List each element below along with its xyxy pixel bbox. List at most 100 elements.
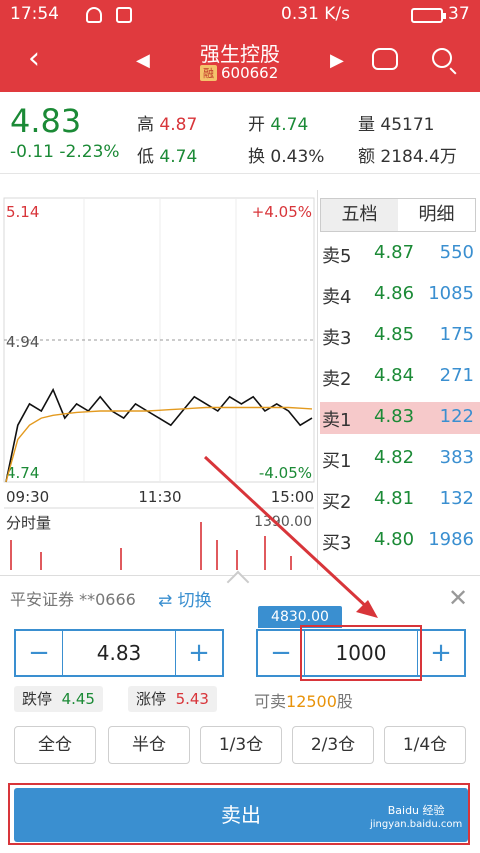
order-book-label: 买1 bbox=[322, 451, 352, 472]
order-book-row[interactable]: 买2 4.81 132 bbox=[320, 484, 480, 516]
amount-label: 额 bbox=[358, 147, 375, 167]
order-book-price: 4.80 bbox=[374, 529, 415, 550]
trade-panel: 平安证券 **0666 ⇄ 切换 ✕ − 4.83 + 4830.00 − 10… bbox=[0, 570, 480, 853]
bottom-pct-label: -4.05% bbox=[259, 464, 312, 482]
qty-plus-button[interactable]: + bbox=[418, 631, 464, 675]
ratio-quarter-button[interactable]: 1/4仓 bbox=[384, 726, 466, 764]
robot-assistant-icon[interactable] bbox=[372, 48, 398, 70]
next-stock-icon[interactable]: ▶ bbox=[330, 50, 344, 71]
search-icon[interactable] bbox=[432, 48, 452, 68]
order-book-label: 买2 bbox=[322, 492, 352, 513]
watermark: Baidu 经验 jingyan.baidu.com bbox=[370, 804, 462, 832]
watermark-line1: Baidu 经验 bbox=[387, 804, 445, 817]
order-book-price: 4.86 bbox=[374, 283, 415, 304]
limit-up-value: 5.43 bbox=[175, 690, 209, 708]
volume-bar bbox=[200, 522, 202, 570]
ratio-full-button[interactable]: 全仓 bbox=[14, 726, 96, 764]
order-book-volume: 1085 bbox=[428, 283, 474, 304]
high-cell: 高 4.87 bbox=[137, 110, 197, 135]
order-book-row[interactable]: 卖5 4.87 550 bbox=[320, 238, 480, 270]
volume-bars bbox=[10, 522, 292, 570]
ratio-third-button[interactable]: 1/3仓 bbox=[200, 726, 282, 764]
order-book-volume: 1986 bbox=[428, 529, 474, 550]
top-bar: 17:54 0.31 K/s 37 ‹ ◀ 强生控股 融 600662 ▶ bbox=[0, 0, 480, 92]
back-arrow-icon[interactable]: ‹ bbox=[28, 44, 50, 74]
ratio-half-button[interactable]: 半仓 bbox=[108, 726, 190, 764]
price-plus-button[interactable]: + bbox=[176, 631, 222, 675]
qty-minus-button[interactable]: − bbox=[258, 631, 304, 675]
high-label: 高 bbox=[137, 115, 154, 135]
tab-details[interactable]: 明细 bbox=[398, 199, 475, 231]
order-book-label: 买3 bbox=[322, 533, 352, 554]
volume-bar bbox=[264, 536, 266, 570]
turnover-cell: 换 0.43% bbox=[248, 142, 324, 167]
change-value: -0.11 bbox=[10, 142, 54, 162]
stock-code: 600662 bbox=[221, 64, 279, 82]
prev-stock-icon[interactable]: ◀ bbox=[136, 50, 150, 71]
high-value: 4.87 bbox=[159, 115, 198, 135]
order-book-row[interactable]: 卖4 4.86 1085 bbox=[320, 279, 480, 311]
volume-title: 分时量 bbox=[6, 514, 51, 532]
bottom-price-label: 4.74 bbox=[6, 464, 39, 482]
order-book-volume: 175 bbox=[439, 324, 474, 345]
price-change: -0.11 -2.23% bbox=[10, 142, 120, 162]
price-minus-button[interactable]: − bbox=[16, 631, 62, 675]
order-book-price: 4.84 bbox=[374, 365, 415, 386]
order-book-label: 卖2 bbox=[322, 369, 352, 390]
order-book-row[interactable]: 买1 4.82 383 bbox=[320, 443, 480, 475]
order-book-volume: 122 bbox=[439, 406, 474, 427]
image-icon bbox=[116, 7, 132, 23]
top-price-label: 5.14 bbox=[6, 203, 39, 221]
sellable-qty: 12500 bbox=[286, 692, 337, 711]
turnover-label: 换 bbox=[248, 147, 265, 167]
status-time: 17:54 bbox=[10, 4, 59, 24]
price-input[interactable]: 4.83 bbox=[62, 631, 176, 675]
order-book-label: 卖3 bbox=[322, 328, 352, 349]
limit-up-badge: 涨停 5.43 bbox=[128, 686, 217, 712]
limit-down-value: 4.45 bbox=[61, 690, 95, 708]
order-book-price: 4.83 bbox=[374, 406, 415, 427]
price-stepper: − 4.83 + bbox=[14, 629, 224, 677]
order-book-row[interactable]: 卖3 4.85 175 bbox=[320, 320, 480, 352]
app-root: 17:54 0.31 K/s 37 ‹ ◀ 强生控股 融 600662 ▶ 4.8… bbox=[0, 0, 480, 853]
intraday-chart[interactable]: 5.14 +4.05% 4.94 4.74 -4.05% 09:30 11:30… bbox=[0, 190, 318, 570]
open-cell: 开 4.74 bbox=[248, 110, 308, 135]
top-pct-label: +4.05% bbox=[252, 203, 312, 221]
current-price: 4.83 bbox=[10, 102, 82, 140]
order-book-volume: 383 bbox=[439, 447, 474, 468]
volume-max-label: 1390.00 bbox=[254, 514, 312, 530]
chart-frame bbox=[3, 197, 315, 483]
order-book-row[interactable]: 卖1 4.83 122 bbox=[320, 402, 480, 434]
sellable-info: 可卖12500股 bbox=[254, 688, 353, 712]
sellable-suffix: 股 bbox=[336, 692, 353, 711]
network-speed: 0.31 K/s bbox=[281, 4, 350, 24]
order-book-row[interactable]: 买3 4.80 1986 bbox=[320, 525, 480, 557]
volume-bar bbox=[10, 540, 12, 570]
order-book-row[interactable]: 卖2 4.84 271 bbox=[320, 361, 480, 393]
ratio-two-thirds-button[interactable]: 2/3仓 bbox=[292, 726, 374, 764]
stock-code-line: 融 600662 bbox=[200, 64, 290, 82]
tab-five-levels[interactable]: 五档 bbox=[321, 199, 398, 231]
close-icon[interactable]: ✕ bbox=[448, 586, 468, 610]
open-label: 开 bbox=[248, 115, 265, 135]
order-book-volume: 271 bbox=[439, 365, 474, 386]
order-book-tabs: 五档 明细 bbox=[320, 198, 476, 232]
margin-badge: 融 bbox=[200, 65, 217, 81]
quote-header: 4.83 -0.11 -2.23% 高 4.87 低 4.74 开 4.74 换… bbox=[0, 92, 480, 174]
order-book-price: 4.85 bbox=[374, 324, 415, 345]
order-book-label: 卖5 bbox=[322, 246, 352, 267]
status-bar: 17:54 0.31 K/s 37 bbox=[0, 0, 480, 30]
switch-account-button[interactable]: ⇄ 切换 bbox=[158, 586, 212, 611]
collapse-caret-icon[interactable] bbox=[226, 570, 250, 594]
battery-icon bbox=[411, 8, 446, 23]
volume-bar bbox=[216, 540, 218, 570]
volume-bar bbox=[290, 556, 292, 570]
volume-bar bbox=[40, 552, 42, 570]
order-book-price: 4.82 bbox=[374, 447, 415, 468]
order-book-volume: 550 bbox=[439, 242, 474, 263]
shield-icon bbox=[86, 7, 102, 23]
stock-name: 强生控股 bbox=[200, 42, 280, 66]
order-book-price: 4.87 bbox=[374, 242, 415, 263]
volume-bar bbox=[120, 548, 122, 570]
turnover-value: 0.43% bbox=[270, 147, 325, 167]
